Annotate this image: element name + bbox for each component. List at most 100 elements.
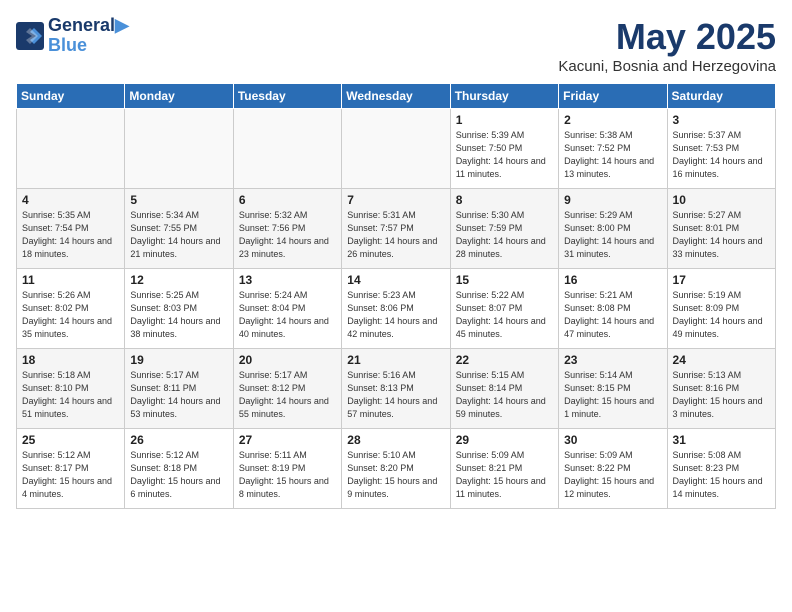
day-number: 4 — [22, 193, 119, 207]
header-friday: Friday — [559, 84, 667, 109]
logo-text: General▶ Blue — [48, 16, 129, 56]
day-number: 19 — [130, 353, 227, 367]
day-number: 22 — [456, 353, 553, 367]
day-content: Sunrise: 5:25 AM Sunset: 8:03 PM Dayligh… — [130, 289, 227, 341]
logo: General▶ Blue — [16, 16, 129, 56]
day-number: 29 — [456, 433, 553, 447]
day-content: Sunrise: 5:23 AM Sunset: 8:06 PM Dayligh… — [347, 289, 444, 341]
day-content: Sunrise: 5:21 AM Sunset: 8:08 PM Dayligh… — [564, 289, 661, 341]
day-number: 18 — [22, 353, 119, 367]
logo-icon — [16, 22, 44, 50]
calendar-cell: 4 Sunrise: 5:35 AM Sunset: 7:54 PM Daylig… — [17, 189, 125, 269]
day-content: Sunrise: 5:35 AM Sunset: 7:54 PM Dayligh… — [22, 209, 119, 261]
location: Kacuni, Bosnia and Herzegovina — [558, 58, 776, 75]
header-wednesday: Wednesday — [342, 84, 450, 109]
calendar-cell — [125, 109, 233, 189]
calendar-week-3: 11Sunrise: 5:26 AM Sunset: 8:02 PM Dayli… — [17, 269, 776, 349]
calendar-cell: 25 Sunrise: 5:12 AM Sunset: 8:17 PM Dayli… — [17, 429, 125, 509]
calendar-week-5: 25 Sunrise: 5:12 AM Sunset: 8:17 PM Dayli… — [17, 429, 776, 509]
calendar-week-2: 4 Sunrise: 5:35 AM Sunset: 7:54 PM Daylig… — [17, 189, 776, 269]
calendar-cell: 7 Sunrise: 5:31 AM Sunset: 7:57 PM Daylig… — [342, 189, 450, 269]
calendar-cell: 29 Sunrise: 5:09 AM Sunset: 8:21 PM Dayli… — [450, 429, 558, 509]
day-content: Sunrise: 5:16 AM Sunset: 8:13 PM Dayligh… — [347, 369, 444, 421]
day-number: 1 — [456, 113, 553, 127]
day-content: Sunrise: 5:18 AM Sunset: 8:10 PM Dayligh… — [22, 369, 119, 421]
month-title: May 2025 — [558, 16, 776, 58]
day-content: Sunrise: 5:09 AM Sunset: 8:22 PM Dayligh… — [564, 449, 661, 501]
calendar-cell: 16 Sunrise: 5:21 AM Sunset: 8:08 PM Dayli… — [559, 269, 667, 349]
calendar-cell: 2 Sunrise: 5:38 AM Sunset: 7:52 PM Daylig… — [559, 109, 667, 189]
day-number: 20 — [239, 353, 336, 367]
day-number: 5 — [130, 193, 227, 207]
day-content: Sunrise: 5:09 AM Sunset: 8:21 PM Dayligh… — [456, 449, 553, 501]
day-content: Sunrise: 5:14 AM Sunset: 8:15 PM Dayligh… — [564, 369, 661, 421]
day-content: Sunrise: 5:30 AM Sunset: 7:59 PM Dayligh… — [456, 209, 553, 261]
day-content: Sunrise: 5:12 AM Sunset: 8:17 PM Dayligh… — [22, 449, 119, 501]
day-number: 25 — [22, 433, 119, 447]
day-number: 15 — [456, 273, 553, 287]
day-content: Sunrise: 5:15 AM Sunset: 8:14 PM Dayligh… — [456, 369, 553, 421]
calendar-cell: 12 Sunrise: 5:25 AM Sunset: 8:03 PM Dayli… — [125, 269, 233, 349]
day-content: Sunrise: 5:37 AM Sunset: 7:53 PM Dayligh… — [673, 129, 770, 181]
calendar-cell: 5 Sunrise: 5:34 AM Sunset: 7:55 PM Daylig… — [125, 189, 233, 269]
header-thursday: Thursday — [450, 84, 558, 109]
title-block: May 2025 Kacuni, Bosnia and Herzegovina — [558, 16, 776, 75]
page-header: General▶ Blue May 2025 Kacuni, Bosnia an… — [16, 16, 776, 75]
day-number: 30 — [564, 433, 661, 447]
calendar-cell: 19 Sunrise: 5:17 AM Sunset: 8:11 PM Dayli… — [125, 349, 233, 429]
calendar-cell: 10 Sunrise: 5:27 AM Sunset: 8:01 PM Dayli… — [667, 189, 775, 269]
calendar-cell — [17, 109, 125, 189]
day-content: Sunrise: 5:34 AM Sunset: 7:55 PM Dayligh… — [130, 209, 227, 261]
day-content: Sunrise: 5:19 AM Sunset: 8:09 PM Dayligh… — [673, 289, 770, 341]
calendar-cell: 3 Sunrise: 5:37 AM Sunset: 7:53 PM Daylig… — [667, 109, 775, 189]
calendar-cell: 17 Sunrise: 5:19 AM Sunset: 8:09 PM Dayli… — [667, 269, 775, 349]
calendar-cell: 18 Sunrise: 5:18 AM Sunset: 8:10 PM Dayli… — [17, 349, 125, 429]
day-number: 3 — [673, 113, 770, 127]
day-content: Sunrise: 5:29 AM Sunset: 8:00 PM Dayligh… — [564, 209, 661, 261]
day-content: Sunrise: 5:17 AM Sunset: 8:12 PM Dayligh… — [239, 369, 336, 421]
day-number: 17 — [673, 273, 770, 287]
calendar-cell: 24Sunrise: 5:13 AM Sunset: 8:16 PM Dayli… — [667, 349, 775, 429]
calendar-cell: 23 Sunrise: 5:14 AM Sunset: 8:15 PM Dayli… — [559, 349, 667, 429]
calendar-table: SundayMondayTuesdayWednesdayThursdayFrid… — [16, 83, 776, 509]
day-content: Sunrise: 5:31 AM Sunset: 7:57 PM Dayligh… — [347, 209, 444, 261]
day-number: 9 — [564, 193, 661, 207]
header-tuesday: Tuesday — [233, 84, 341, 109]
calendar-cell: 6Sunrise: 5:32 AM Sunset: 7:56 PM Daylig… — [233, 189, 341, 269]
day-content: Sunrise: 5:10 AM Sunset: 8:20 PM Dayligh… — [347, 449, 444, 501]
calendar-cell — [233, 109, 341, 189]
calendar-cell: 11Sunrise: 5:26 AM Sunset: 8:02 PM Dayli… — [17, 269, 125, 349]
day-content: Sunrise: 5:39 AM Sunset: 7:50 PM Dayligh… — [456, 129, 553, 181]
calendar-cell: 31Sunrise: 5:08 AM Sunset: 8:23 PM Dayli… — [667, 429, 775, 509]
day-content: Sunrise: 5:38 AM Sunset: 7:52 PM Dayligh… — [564, 129, 661, 181]
calendar-week-4: 18 Sunrise: 5:18 AM Sunset: 8:10 PM Dayli… — [17, 349, 776, 429]
calendar-cell: 14 Sunrise: 5:23 AM Sunset: 8:06 PM Dayli… — [342, 269, 450, 349]
day-number: 14 — [347, 273, 444, 287]
day-number: 28 — [347, 433, 444, 447]
day-content: Sunrise: 5:08 AM Sunset: 8:23 PM Dayligh… — [673, 449, 770, 501]
day-content: Sunrise: 5:27 AM Sunset: 8:01 PM Dayligh… — [673, 209, 770, 261]
day-content: Sunrise: 5:17 AM Sunset: 8:11 PM Dayligh… — [130, 369, 227, 421]
day-number: 23 — [564, 353, 661, 367]
day-number: 6 — [239, 193, 336, 207]
day-number: 2 — [564, 113, 661, 127]
calendar-cell: 22 Sunrise: 5:15 AM Sunset: 8:14 PM Dayli… — [450, 349, 558, 429]
day-content: Sunrise: 5:22 AM Sunset: 8:07 PM Dayligh… — [456, 289, 553, 341]
day-number: 16 — [564, 273, 661, 287]
calendar-cell: 1 Sunrise: 5:39 AM Sunset: 7:50 PM Daylig… — [450, 109, 558, 189]
day-number: 7 — [347, 193, 444, 207]
day-number: 12 — [130, 273, 227, 287]
calendar-cell: 15 Sunrise: 5:22 AM Sunset: 8:07 PM Dayli… — [450, 269, 558, 349]
day-number: 26 — [130, 433, 227, 447]
calendar-cell: 28 Sunrise: 5:10 AM Sunset: 8:20 PM Dayli… — [342, 429, 450, 509]
day-content: Sunrise: 5:13 AM Sunset: 8:16 PM Dayligh… — [673, 369, 770, 421]
day-number: 11 — [22, 273, 119, 287]
day-number: 27 — [239, 433, 336, 447]
header-sunday: Sunday — [17, 84, 125, 109]
day-content: Sunrise: 5:11 AM Sunset: 8:19 PM Dayligh… — [239, 449, 336, 501]
calendar-cell: 26Sunrise: 5:12 AM Sunset: 8:18 PM Dayli… — [125, 429, 233, 509]
day-number: 10 — [673, 193, 770, 207]
calendar-cell: 8 Sunrise: 5:30 AM Sunset: 7:59 PM Daylig… — [450, 189, 558, 269]
header-monday: Monday — [125, 84, 233, 109]
day-number: 8 — [456, 193, 553, 207]
